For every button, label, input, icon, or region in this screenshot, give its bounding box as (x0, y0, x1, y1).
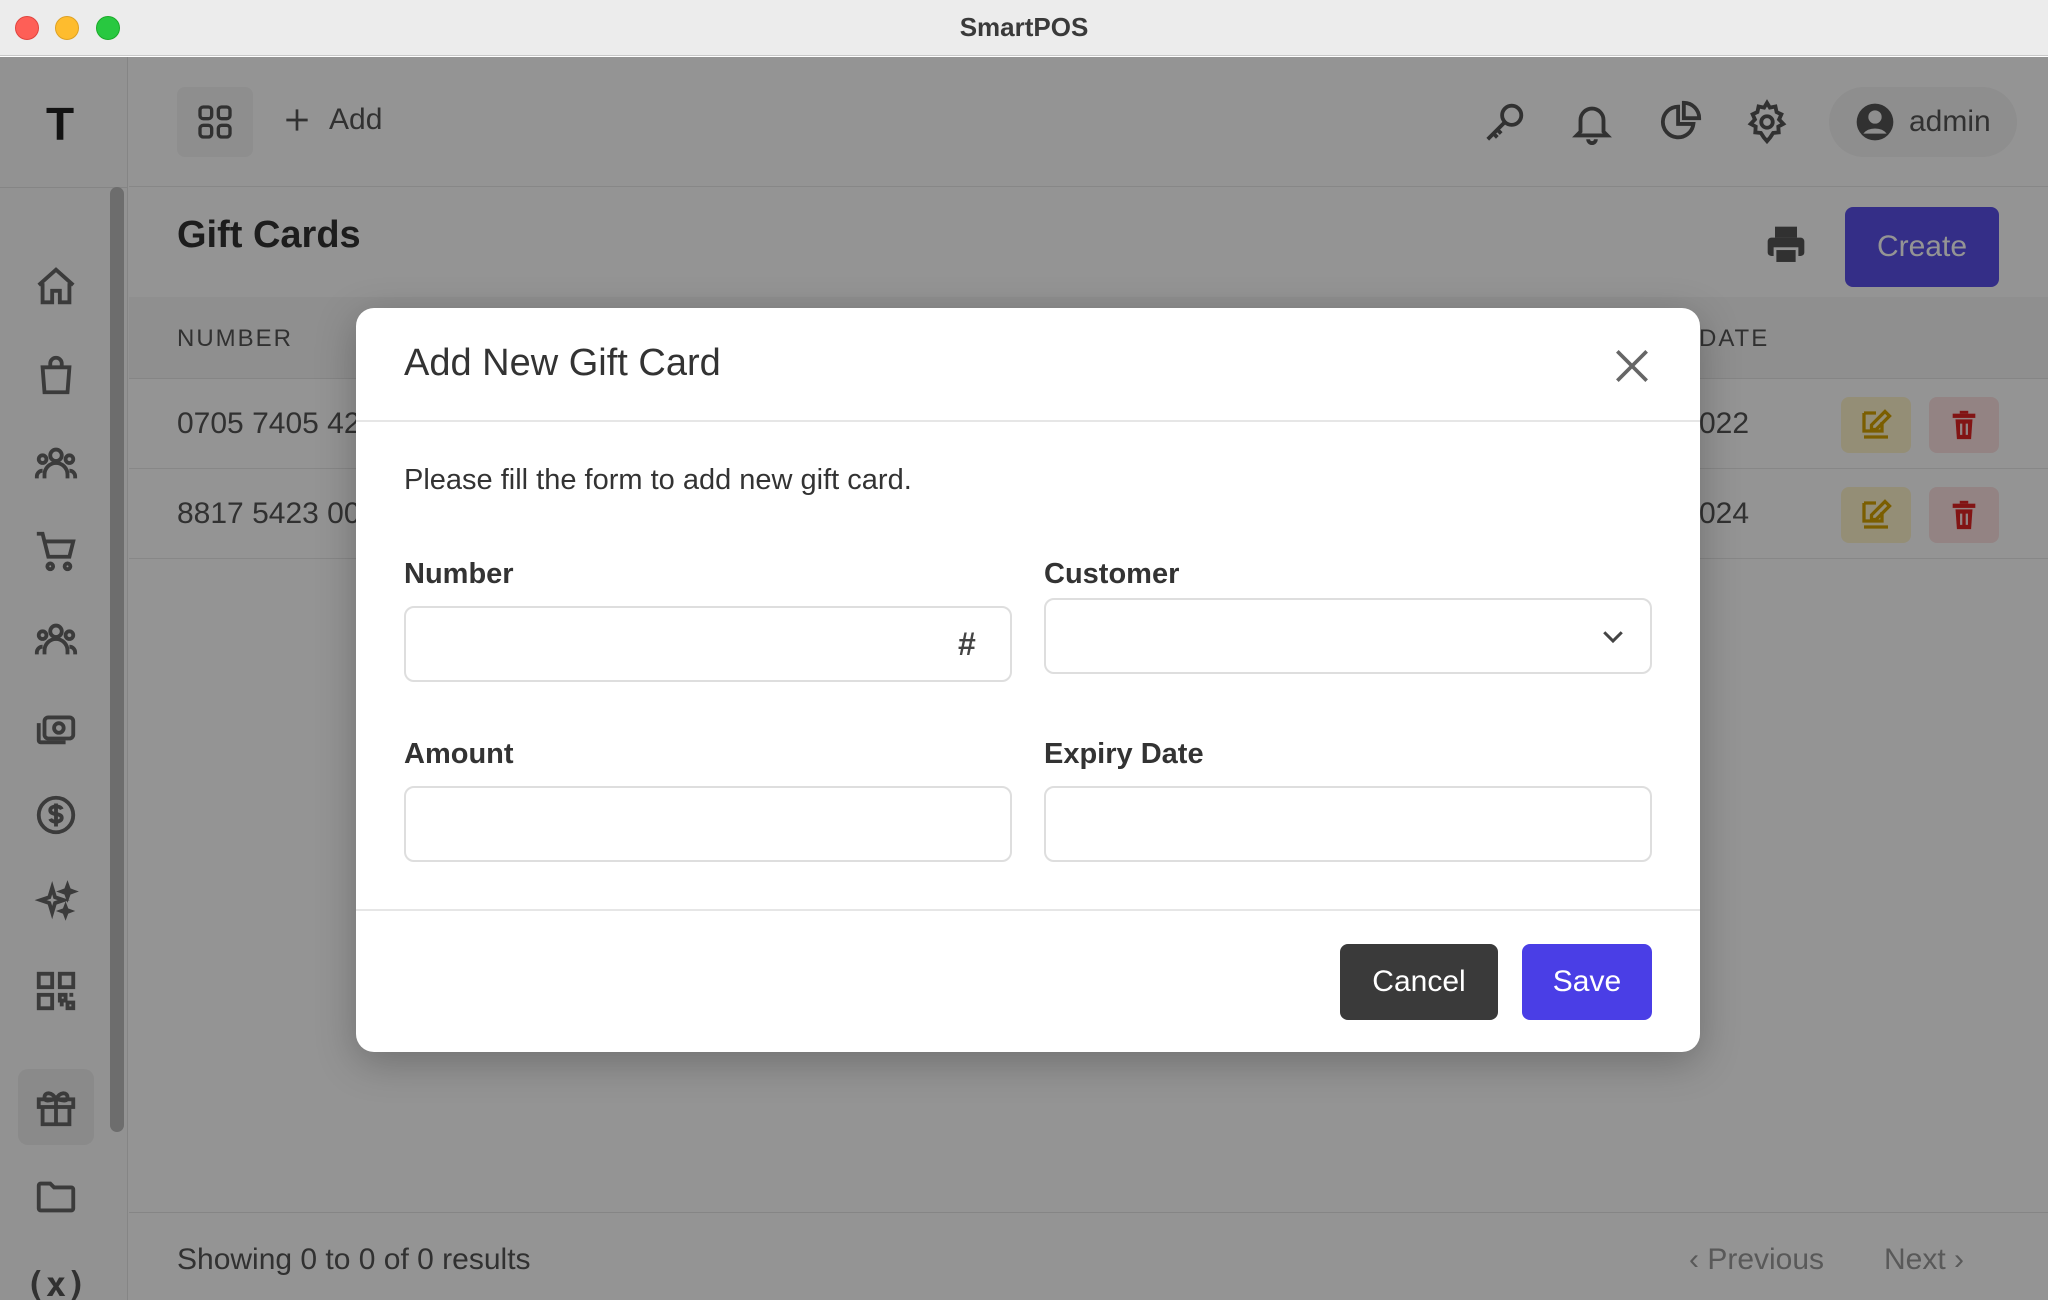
number-input[interactable] (404, 606, 1012, 682)
hash-icon: # (958, 626, 976, 662)
expiry-date-label: Expiry Date (1044, 738, 1204, 770)
save-button[interactable]: Save (1522, 944, 1652, 1020)
customer-select[interactable] (1044, 598, 1652, 674)
close-icon[interactable] (1610, 344, 1654, 388)
amount-input[interactable] (404, 786, 1012, 862)
dialog-header-divider (356, 420, 1700, 422)
number-label: Number (404, 558, 514, 590)
add-gift-card-dialog: Add New Gift Card Please fill the form t… (356, 308, 1700, 1052)
dialog-footer-divider (356, 909, 1700, 911)
expiry-date-input[interactable] (1044, 786, 1652, 862)
customer-label: Customer (1044, 558, 1180, 590)
window-titlebar: SmartPOS (0, 0, 2048, 56)
dialog-description: Please fill the form to add new gift car… (404, 464, 912, 496)
cancel-button[interactable]: Cancel (1340, 944, 1498, 1020)
window-title: SmartPOS (959, 12, 1089, 42)
chevron-down-icon (1603, 631, 1623, 644)
amount-label: Amount (404, 738, 514, 770)
dialog-title: Add New Gift Card (404, 342, 721, 384)
